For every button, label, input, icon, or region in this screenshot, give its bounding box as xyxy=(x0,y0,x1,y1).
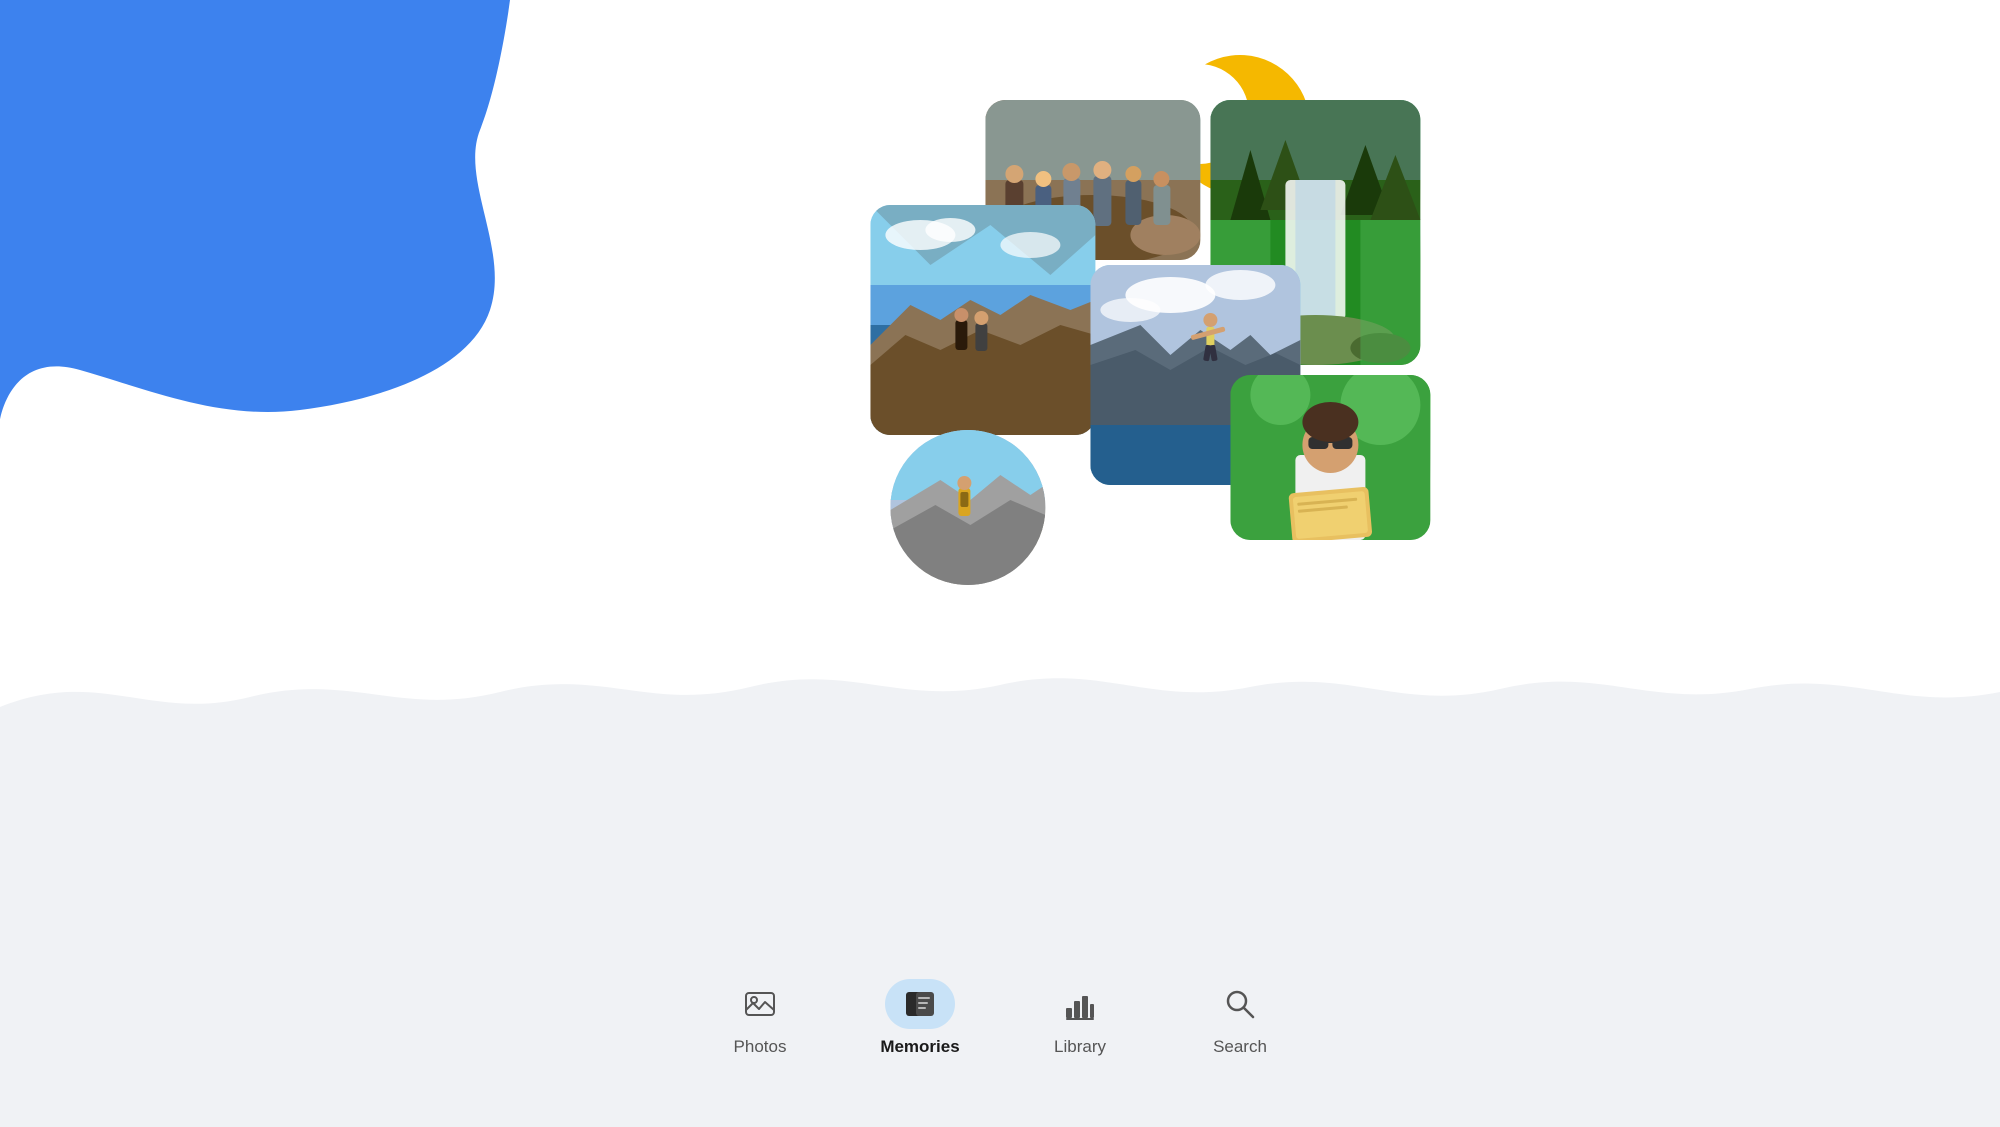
library-label: Library xyxy=(1054,1037,1106,1057)
library-icon xyxy=(1064,988,1096,1020)
memories-icon-wrap xyxy=(885,979,955,1029)
memories-label: Memories xyxy=(880,1037,959,1057)
blue-blob-decoration xyxy=(0,0,520,420)
search-icon-wrap xyxy=(1205,979,1275,1029)
photos-label: Photos xyxy=(734,1037,787,1057)
wave-decoration xyxy=(0,647,2000,727)
search-icon xyxy=(1224,988,1256,1020)
photo-hiker-summit[interactable] xyxy=(890,430,1045,585)
memories-icon xyxy=(900,984,940,1024)
search-label: Search xyxy=(1213,1037,1267,1057)
photo-icon xyxy=(744,988,776,1020)
photo-woman-reading[interactable] xyxy=(1230,375,1430,540)
photo-lake[interactable] xyxy=(870,205,1095,435)
photos-icon-wrap xyxy=(725,979,795,1029)
photo-collage xyxy=(870,100,1590,580)
library-icon-wrap xyxy=(1045,979,1115,1029)
nav-item-memories[interactable]: Memories xyxy=(880,979,960,1057)
nav-item-search[interactable]: Search xyxy=(1200,979,1280,1057)
nav-item-library[interactable]: Library xyxy=(1040,979,1120,1057)
nav-item-photos[interactable]: Photos xyxy=(720,979,800,1057)
bottom-navigation: Photos Memories xyxy=(660,959,1340,1077)
